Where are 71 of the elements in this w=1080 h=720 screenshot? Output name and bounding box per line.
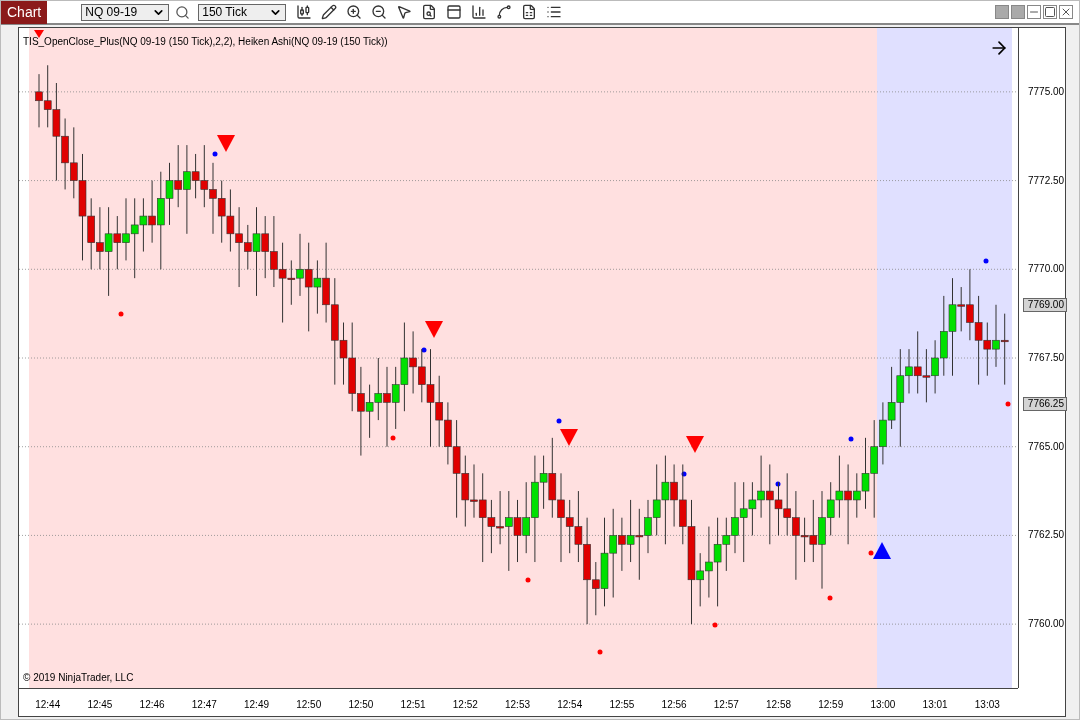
list-icon[interactable] — [546, 4, 563, 20]
time-axis-label: 12:53 — [504, 699, 531, 711]
price-axis-label: 7775.00 — [1028, 85, 1065, 98]
time-axis-label: 12:51 — [399, 699, 427, 711]
spreadsheet-icon[interactable] — [521, 4, 538, 20]
price-axis-label: 7765.00 — [1028, 440, 1065, 453]
price-axis-label: 7767.50 — [1028, 352, 1065, 364]
instrument-dropdown[interactable]: NQ 09-19 — [81, 3, 170, 21]
sell-signal-triangle — [425, 321, 443, 338]
high-dot — [421, 347, 427, 353]
time-axis-label: 12:44 — [34, 699, 62, 711]
low-dot — [118, 311, 124, 317]
candlestick-icon[interactable] — [296, 4, 313, 20]
sell-signal-triangle — [686, 436, 704, 453]
time-axis-label: 12:55 — [608, 699, 636, 711]
time-axis-label: 12:54 — [556, 699, 584, 711]
time-axis-label: 12:49 — [243, 699, 270, 711]
time-axis-label: 13:01 — [921, 699, 949, 711]
panel-icon[interactable] — [446, 4, 463, 20]
high-dot — [848, 436, 854, 442]
low-dot — [525, 577, 531, 583]
low-dot — [827, 595, 833, 601]
indicator-legend: TIS_OpenClose_Plus(NQ 09-19 (150 Tick),2,2), Heiken Ashi(NQ 09-19 (150 Tick)) — [23, 34, 388, 49]
time-axis-label: 12:56 — [660, 699, 688, 711]
price-axis-label: 7760.00 — [1028, 618, 1065, 631]
price-badge: 7766.25 — [1023, 397, 1067, 411]
interval-value: 150 Tick — [202, 4, 247, 21]
time-axis-label: 13:00 — [869, 699, 897, 711]
time-axis-label: 12:45 — [86, 699, 114, 711]
low-dot — [712, 622, 718, 628]
low-dot — [1005, 401, 1011, 407]
low-dot — [868, 550, 874, 556]
instrument-value: NQ 09-19 — [85, 4, 138, 21]
sell-signal-triangle — [217, 135, 235, 152]
high-dot — [681, 471, 687, 477]
pencil-icon[interactable] — [321, 4, 338, 20]
price-badge: 7769.00 — [1023, 298, 1067, 312]
time-axis-label: 12:52 — [451, 699, 479, 711]
high-dot — [212, 151, 218, 157]
sell-signal-triangle — [34, 30, 44, 38]
search-icon[interactable] — [175, 4, 191, 20]
bar-chart-icon[interactable] — [471, 4, 488, 20]
document-search-icon[interactable] — [421, 4, 438, 20]
high-dot — [983, 258, 989, 264]
time-axis-label: 12:50 — [295, 699, 323, 711]
low-dot — [390, 435, 396, 441]
window-title: Chart — [1, 1, 48, 24]
price-axis-label: 7762.50 — [1028, 529, 1065, 542]
time-axis-label: 12:47 — [190, 699, 218, 711]
line-chart-icon[interactable] — [496, 4, 513, 20]
zoom-in-icon[interactable] — [346, 4, 363, 20]
interval-dropdown[interactable]: 150 Tick — [198, 3, 287, 21]
price-axis-label: 7772.50 — [1028, 174, 1065, 187]
maximize-icon[interactable] — [1043, 5, 1057, 19]
price-axis-label: 7770.00 — [1028, 263, 1065, 276]
time-axis-label: 12:57 — [712, 699, 740, 711]
high-dot — [556, 418, 562, 424]
time-axis-label: 13:03 — [973, 699, 1001, 711]
zoom-out-icon[interactable] — [371, 4, 388, 20]
time-axis-label: 12:59 — [817, 699, 845, 711]
time-axis-label: 12:58 — [765, 699, 792, 711]
buy-signal-triangle — [873, 542, 891, 559]
low-dot — [597, 649, 603, 655]
copyright-text: © 2019 NinjaTrader, LLC — [23, 671, 134, 685]
sell-signal-triangle — [560, 429, 578, 446]
time-axis-label: 12:46 — [138, 699, 166, 711]
minimize-icon[interactable] — [1027, 5, 1041, 19]
pointer-icon[interactable] — [396, 4, 413, 20]
close-icon[interactable] — [1059, 5, 1073, 19]
high-dot — [775, 481, 781, 487]
time-axis-label: 12:50 — [347, 699, 375, 711]
